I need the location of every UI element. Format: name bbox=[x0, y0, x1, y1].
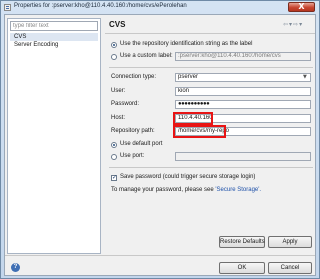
host-highlight-box bbox=[173, 112, 213, 125]
use-repo-string-label: Use the repository identification string… bbox=[120, 41, 253, 47]
apply-button[interactable]: Apply bbox=[268, 236, 312, 248]
back-dropdown-icon[interactable]: ▾ bbox=[289, 21, 292, 28]
connection-type-label: Connection type: bbox=[111, 74, 157, 80]
property-page-tree: CVS Server Encoding bbox=[7, 18, 101, 254]
host-label: Host: bbox=[111, 115, 126, 121]
page-title: CVS bbox=[109, 20, 126, 29]
history-nav: ⇦ ▾ ⇨ ▾ bbox=[283, 21, 313, 28]
use-custom-label-radio[interactable] bbox=[111, 54, 117, 60]
use-custom-label-label: Use a custom label: bbox=[120, 53, 173, 59]
password-field[interactable]: ●●●●●●●●●● bbox=[175, 100, 311, 109]
use-default-port-radio[interactable] bbox=[111, 142, 117, 148]
use-port-label: Use port: bbox=[120, 153, 145, 159]
chevron-down-icon: ▼ bbox=[303, 74, 307, 80]
page-header: CVS ⇦ ▾ ⇨ ▾ bbox=[105, 18, 315, 32]
ok-button[interactable]: OK bbox=[219, 262, 265, 274]
user-field[interactable]: kion bbox=[175, 87, 311, 96]
secure-storage-link[interactable]: 'Secure Storage'. bbox=[215, 187, 261, 193]
user-label: User: bbox=[111, 88, 126, 94]
filter-input[interactable] bbox=[10, 21, 98, 31]
manage-password-prefix: To manage your password, please see bbox=[111, 187, 214, 193]
header-separator bbox=[105, 33, 315, 34]
forward-arrow-icon[interactable]: ⇨ bbox=[293, 21, 298, 28]
tree-item-cvs[interactable]: CVS bbox=[10, 33, 98, 41]
repository-path-highlight-box bbox=[173, 125, 226, 138]
cancel-button[interactable]: Cancel bbox=[268, 262, 312, 274]
save-password-checkbox[interactable] bbox=[111, 174, 117, 181]
forward-dropdown-icon[interactable]: ▾ bbox=[299, 21, 302, 28]
use-port-radio[interactable] bbox=[111, 154, 117, 160]
repository-path-label: Repository path: bbox=[111, 128, 155, 134]
port-field[interactable] bbox=[175, 152, 311, 161]
restore-defaults-button[interactable]: Restore Defaults bbox=[219, 236, 265, 248]
dialog-client-area: CVS Server Encoding CVS ⇦ ▾ ⇨ ▾ Use the … bbox=[4, 14, 316, 276]
password-label: Password: bbox=[111, 101, 140, 107]
custom-label-field[interactable]: :pserver:kho@110.4.40.160:/home/cvs bbox=[175, 52, 311, 61]
footer-separator bbox=[5, 255, 315, 256]
connection-type-value: pserver bbox=[178, 74, 199, 80]
section-separator-2 bbox=[109, 167, 313, 168]
help-icon[interactable]: ? bbox=[11, 263, 20, 272]
section-separator bbox=[109, 67, 313, 68]
window-title: Properties for :pserver:kho@110.4.40.160… bbox=[14, 3, 187, 9]
properties-dialog: Properties for :pserver:kho@110.4.40.160… bbox=[0, 0, 320, 279]
tree-item-server-encoding[interactable]: Server Encoding bbox=[10, 41, 98, 49]
connection-type-select[interactable]: pserver ▼ bbox=[175, 73, 311, 82]
close-button[interactable]: X bbox=[288, 2, 315, 12]
use-default-port-label: Use default port bbox=[120, 141, 163, 147]
title-bar: Properties for :pserver:kho@110.4.40.160… bbox=[1, 1, 319, 14]
window-app-icon bbox=[4, 4, 11, 11]
use-repo-string-radio[interactable] bbox=[111, 42, 117, 48]
save-password-label: Save password (could trigger secure stor… bbox=[120, 174, 256, 180]
manage-password-text: To manage your password, please see 'Sec… bbox=[111, 187, 261, 194]
back-arrow-icon[interactable]: ⇦ bbox=[283, 21, 288, 28]
